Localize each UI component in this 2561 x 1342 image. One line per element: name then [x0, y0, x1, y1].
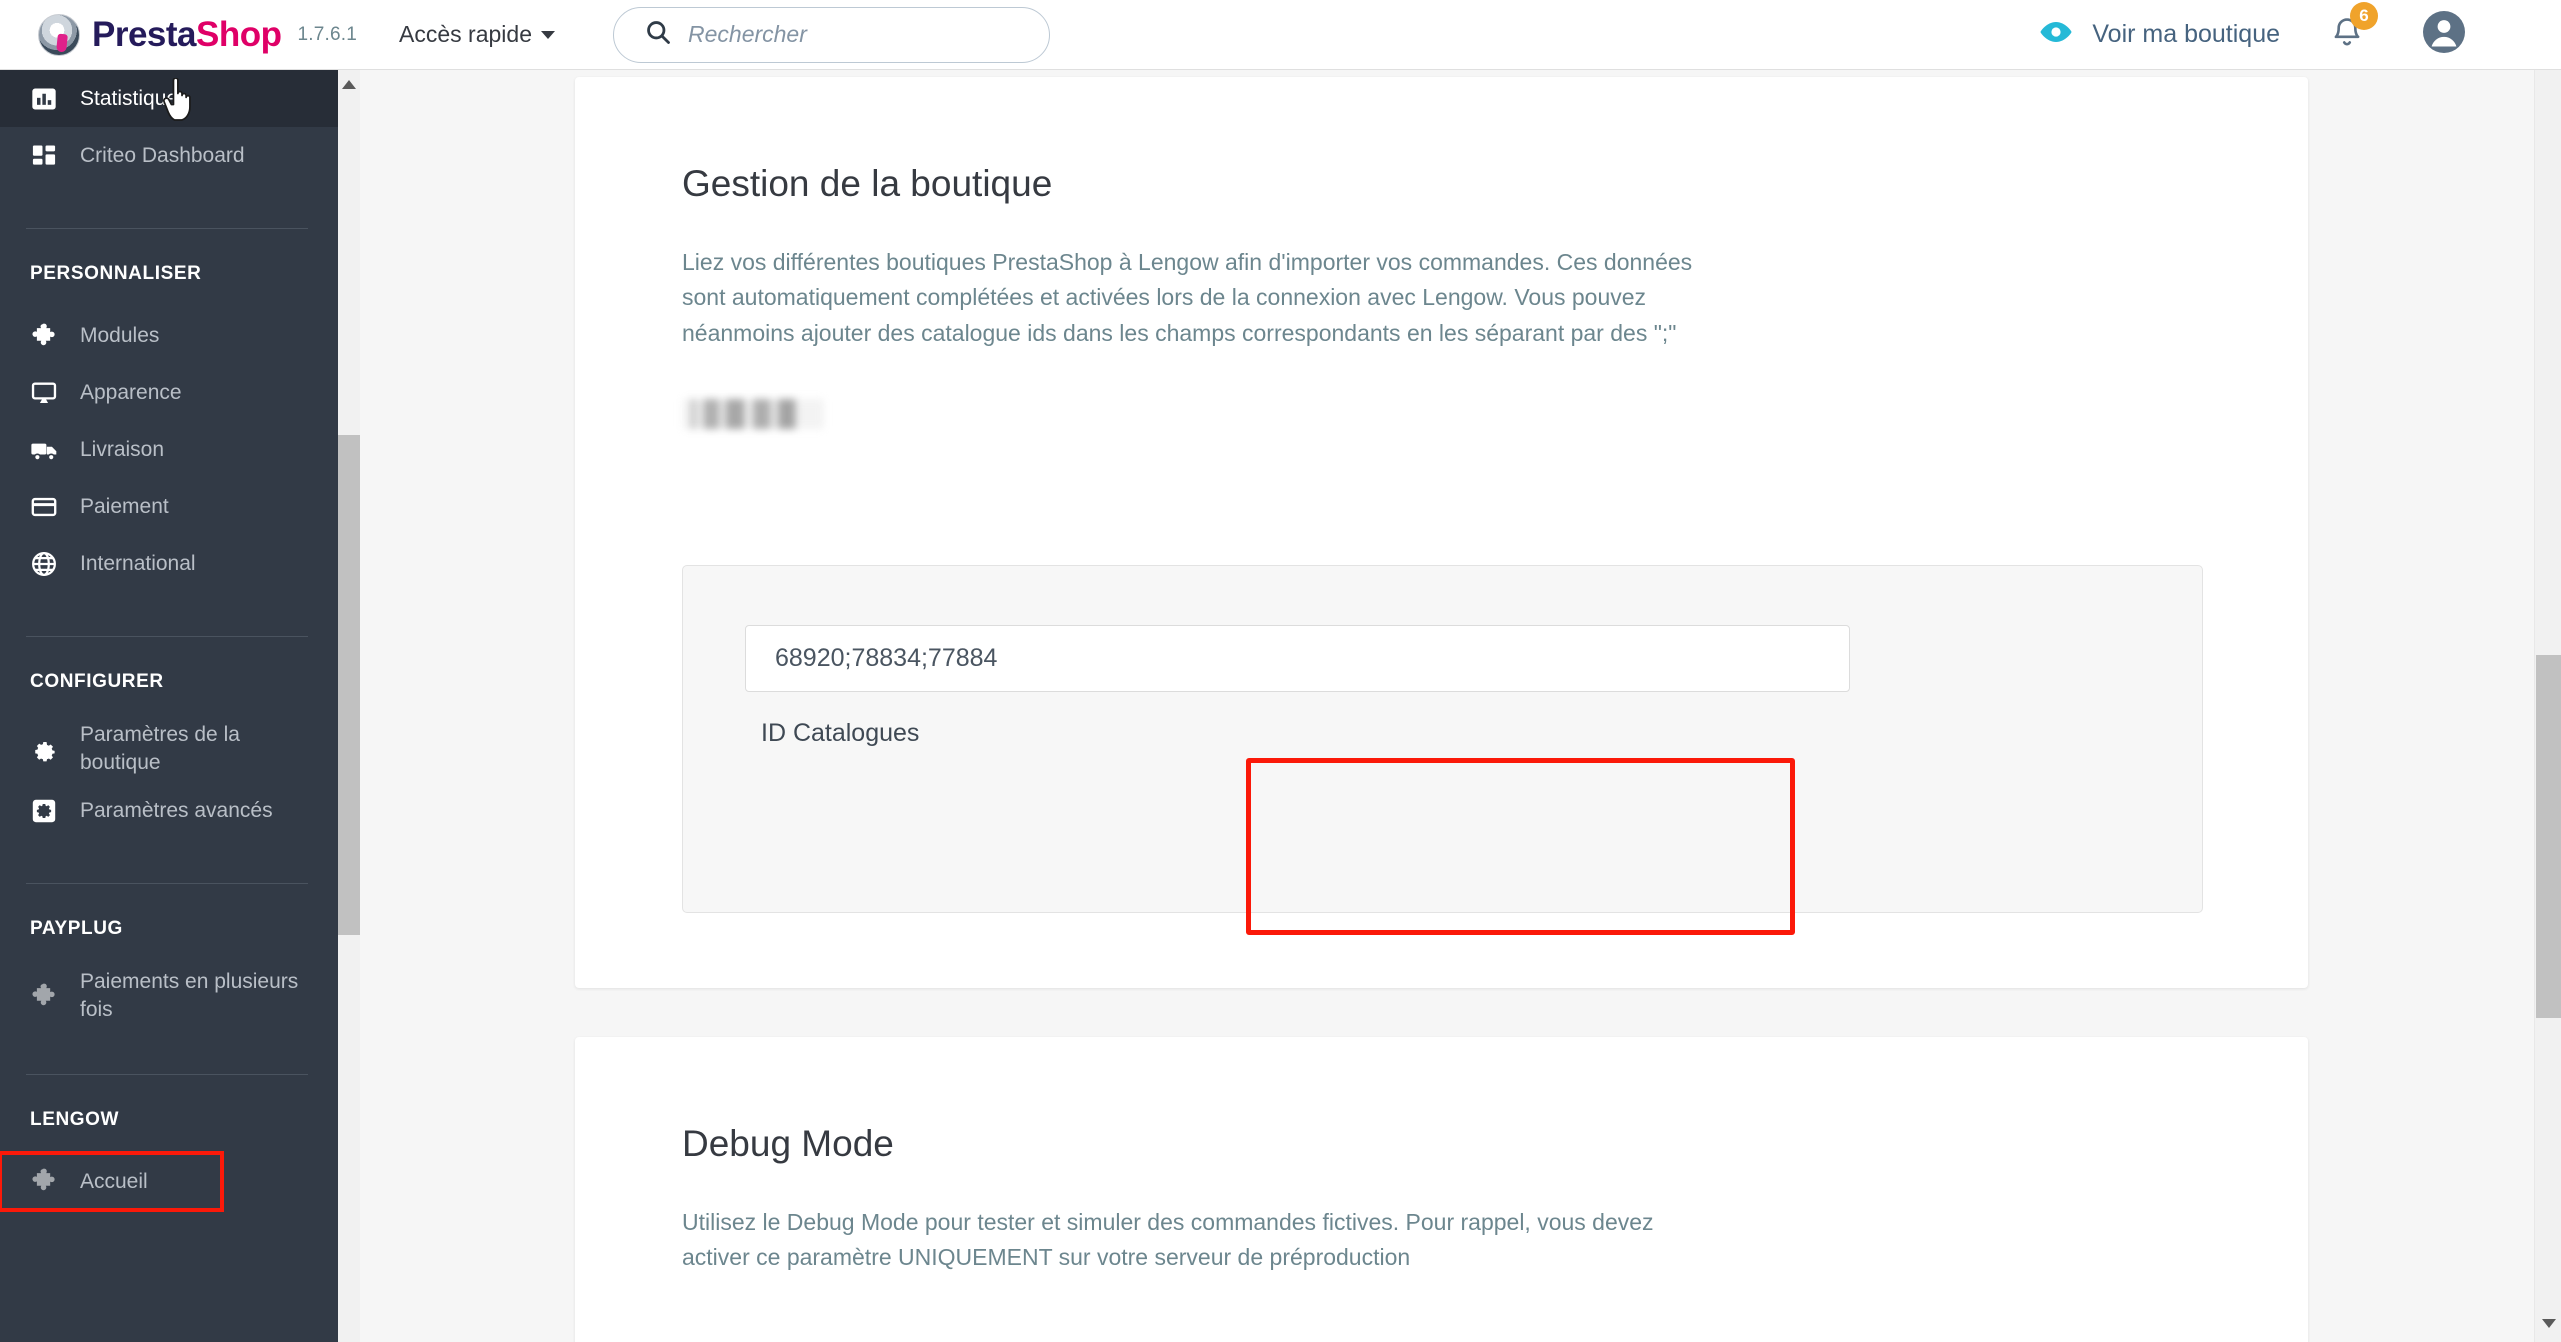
debug-mode-description: Utilisez le Debug Mode pour tester et si… [682, 1209, 1654, 1271]
sidebar-item-label: Apparence [80, 380, 182, 404]
gear-square-icon [30, 797, 66, 825]
sidebar-group-title-payplug: PAYPLUG [30, 918, 123, 940]
sidebar-item-modules[interactable]: Modules [0, 307, 338, 364]
puzzle-icon [30, 1167, 66, 1195]
view-shop-button[interactable]: Voir ma boutique [2038, 20, 2280, 49]
sidebar-item-paiement[interactable]: Paiement [0, 478, 338, 535]
quick-access-label: Accès rapide [399, 21, 532, 47]
header-actions: Voir ma boutique 6 [2038, 2, 2466, 59]
sidebar-item-label: Accueil [80, 1169, 148, 1193]
notifications-button[interactable]: 6 [2330, 2, 2378, 55]
page-title: Gestion de la boutique [682, 163, 1053, 204]
sidebar-item-label: Livraison [80, 437, 165, 461]
sidebar-item-paiements-plusieurs-fois[interactable]: Paiements en plusieurs fois [0, 962, 300, 1029]
brand-wordmark: PrestaShop [92, 15, 282, 55]
sidebar-item-apparence[interactable]: Apparence [0, 364, 338, 421]
bar-chart-icon [30, 85, 66, 113]
catalog-ids-input[interactable]: 68920;78834;77884 [745, 625, 1850, 692]
main-scrollbar-thumb[interactable] [2536, 655, 2561, 1018]
debug-mode-panel: Debug Mode Utilisez le Debug Mode pour t… [575, 1037, 2308, 1342]
top-header: PrestaShop 1.7.6.1 Accès rapide Voir ma … [0, 0, 2561, 70]
sidebar-group-title-configurer: CONFIGURER [30, 671, 164, 692]
notification-count-badge: 6 [2350, 2, 2378, 30]
sidebar-group-title-lengow: LENGOW [30, 1108, 120, 1130]
sidebar-scrollbar[interactable] [338, 70, 360, 1342]
sidebar-item-label: Statistiques [80, 86, 189, 110]
puzzle-icon [30, 322, 66, 350]
credit-card-icon [30, 493, 66, 521]
search-box[interactable] [613, 6, 1050, 63]
shop-management-description: Liez vos différentes boutiques PrestaSho… [682, 249, 1693, 346]
search-input[interactable] [688, 21, 1031, 48]
sidebar-item-international[interactable]: International [0, 535, 338, 592]
version-label: 1.7.6.1 [297, 23, 358, 45]
search-icon [644, 18, 672, 51]
puzzle-icon [30, 982, 66, 1010]
sidebar-item-label: International [80, 551, 196, 575]
view-shop-label: Voir ma boutique [2092, 20, 2280, 48]
sidebar-item-accueil[interactable]: Accueil [0, 1150, 224, 1212]
quick-access-menu[interactable]: Accès rapide [399, 21, 555, 48]
globe-icon [30, 550, 66, 578]
brand-name-first: Presta [92, 14, 197, 54]
sidebar-item-label: Paiement [80, 494, 169, 518]
sidebar-nav: Statistiques Criteo Dashboard PERSONNALI… [0, 70, 338, 1342]
eye-icon [2038, 20, 2074, 49]
avatar[interactable] [2422, 10, 2466, 59]
sidebar-item-parametres-avances[interactable]: Paramètres avancés [0, 782, 338, 839]
sidebar-item-parametres-boutique[interactable]: Paramètres de la boutique [0, 715, 300, 782]
sidebar-item-label: Paiements en plusieurs fois [80, 970, 299, 1022]
sidebar-item-label: Paramètres avancés [80, 799, 273, 823]
sidebar-item-label: Paramètres de la boutique [80, 723, 240, 774]
prestashop-logo[interactable]: PrestaShop [38, 13, 282, 56]
shop-management-panel: Gestion de la boutique Liez vos différen… [575, 77, 2308, 988]
shop-settings-card: Activer la boutique ID Catalogues 68920;… [682, 565, 2203, 913]
sidebar-scrollbar-thumb[interactable] [338, 435, 360, 935]
prestashop-mascot-icon [38, 13, 80, 56]
sidebar-group-title-personnaliser: PERSONNALISER [30, 263, 202, 284]
sidebar-item-label: Criteo Dashboard [80, 143, 245, 167]
brand-name-second: Shop [196, 14, 282, 54]
chevron-down-icon [541, 30, 555, 39]
sidebar-item-criteo-dashboard[interactable]: Criteo Dashboard [0, 127, 338, 184]
scroll-up-arrow-icon[interactable] [342, 80, 356, 89]
scroll-down-arrow-icon[interactable] [2542, 1319, 2556, 1328]
sidebar-item-livraison[interactable]: Livraison [0, 421, 338, 478]
gear-icon [30, 735, 66, 763]
truck-icon [30, 436, 66, 464]
catalog-ids-label: ID Catalogues [761, 719, 920, 747]
monitor-icon [30, 379, 66, 407]
bell-icon [2330, 18, 2364, 54]
main-scrollbar[interactable] [2534, 70, 2561, 1342]
catalog-ids-field-group: ID Catalogues [738, 705, 1287, 882]
main-content: Gestion de la boutique Liez vos différen… [360, 70, 2534, 1342]
dashboard-grid-icon [30, 142, 66, 170]
debug-mode-title: Debug Mode [682, 1123, 894, 1164]
shop-name-redacted [682, 399, 824, 430]
sidebar-item-label: Modules [80, 323, 160, 347]
sidebar-item-statistiques[interactable]: Statistiques [0, 70, 338, 127]
